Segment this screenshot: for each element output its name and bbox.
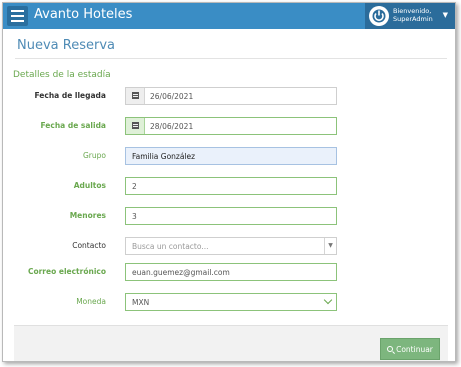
group-input[interactable]: Familia González	[125, 147, 337, 165]
adults-row: Adultos 2	[3, 177, 455, 196]
app-title: Avanto Hoteles	[34, 7, 133, 22]
welcome-text: Bienvenido,	[393, 7, 432, 15]
contact-select[interactable]: Busca un contacto... ▼	[125, 237, 337, 255]
form-footer: Continuar	[14, 325, 448, 361]
user-menu[interactable]: Bienvenido, SuperAdmin ▼	[365, 3, 455, 29]
checkout-value: 28/06/2021	[150, 122, 194, 131]
calendar-icon	[132, 122, 139, 129]
contact-row: Contacto Busca un contacto... ▼	[3, 237, 455, 256]
calendar-icon	[132, 92, 139, 99]
email-input[interactable]: euan.guemez@gmail.com	[125, 263, 337, 281]
hamburger-menu-icon[interactable]	[7, 6, 28, 26]
currency-label: Moneda	[76, 297, 106, 306]
email-label: Correo electrónico	[27, 267, 106, 276]
minors-input[interactable]: 3	[125, 207, 337, 225]
contact-placeholder: Busca un contacto...	[132, 242, 209, 251]
minors-row: Menores 3	[3, 207, 455, 226]
checkin-row: Fecha de llegada 26/06/2021	[3, 87, 455, 106]
user-greeting: Bienvenido, SuperAdmin	[393, 7, 433, 23]
currency-row: Moneda MXN	[3, 293, 455, 312]
search-icon	[387, 346, 394, 352]
continue-label: Continuar	[396, 344, 433, 354]
calendar-addon[interactable]	[126, 118, 145, 134]
caret-down-icon: ▼	[442, 11, 448, 19]
dropdown-arrow-icon[interactable]: ▼	[324, 238, 336, 254]
user-name: SuperAdmin	[393, 15, 433, 23]
adults-input[interactable]: 2	[125, 177, 337, 195]
chevron-down-icon	[323, 295, 333, 305]
minors-label: Menores	[69, 211, 106, 220]
calendar-addon[interactable]	[126, 88, 145, 104]
minors-value: 3	[132, 212, 137, 221]
page-title: Nueva Reserva	[17, 38, 115, 53]
email-value: euan.guemez@gmail.com	[132, 268, 230, 277]
contact-label: Contacto	[72, 241, 106, 250]
checkout-field[interactable]: 28/06/2021	[125, 117, 337, 135]
email-row: Correo electrónico euan.guemez@gmail.com	[3, 263, 455, 282]
checkin-field[interactable]: 26/06/2021	[125, 87, 337, 105]
app-window: Avanto Hoteles Bienvenido, SuperAdmin ▼ …	[2, 2, 456, 362]
checkout-row: Fecha de salida 28/06/2021	[3, 117, 455, 136]
adults-label: Adultos	[73, 181, 106, 190]
currency-value: MXN	[132, 298, 150, 307]
continue-button[interactable]: Continuar	[380, 338, 440, 360]
power-icon	[369, 6, 389, 26]
title-divider	[15, 58, 447, 59]
group-label: Grupo	[83, 151, 106, 160]
adults-value: 2	[132, 182, 137, 191]
section-title: Detalles de la estadía	[13, 70, 111, 80]
group-value: Familia González	[132, 152, 196, 161]
checkout-label: Fecha de salida	[40, 121, 106, 130]
top-bar: Avanto Hoteles Bienvenido, SuperAdmin ▼	[3, 3, 455, 29]
checkin-value: 26/06/2021	[150, 92, 194, 101]
currency-select[interactable]: MXN	[125, 293, 337, 311]
checkin-label: Fecha de llegada	[34, 91, 106, 100]
group-row: Grupo Familia González	[3, 147, 455, 166]
